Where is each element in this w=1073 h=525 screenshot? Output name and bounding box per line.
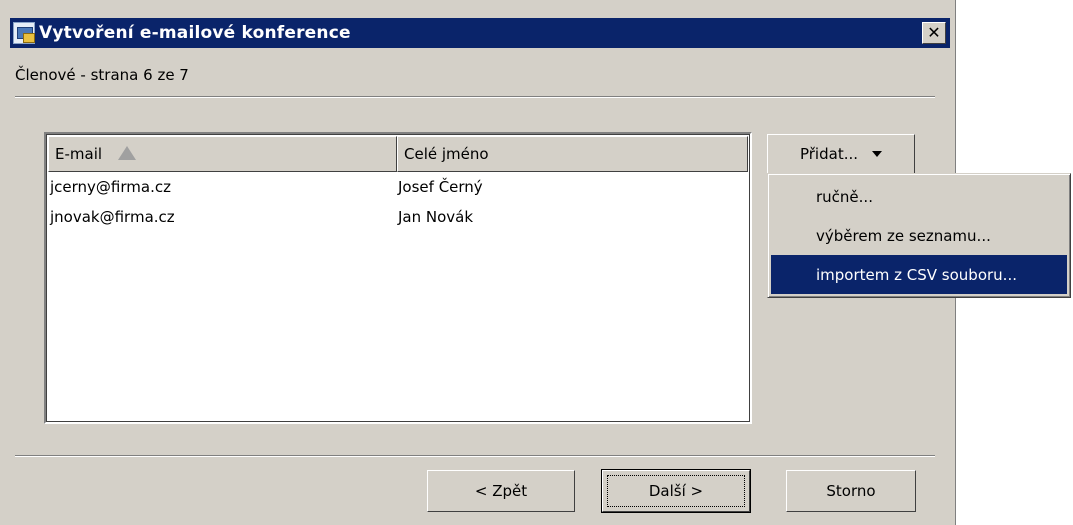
- dropdown-arrow-icon: [872, 151, 882, 157]
- table-row[interactable]: jcerny@firma.cz Josef Černý: [46, 172, 750, 202]
- column-header-email[interactable]: E-mail: [48, 136, 397, 172]
- add-button[interactable]: Přidat...: [767, 134, 915, 174]
- table-row[interactable]: jnovak@firma.cz Jan Novák: [46, 202, 750, 232]
- list-header: E-mail Celé jméno: [46, 134, 750, 172]
- menu-item-manual[interactable]: ručně...: [771, 177, 1067, 216]
- menu-item-from-list[interactable]: výběrem ze seznamu...: [771, 216, 1067, 255]
- cancel-button[interactable]: Storno: [786, 470, 916, 512]
- window-title: Vytvoření e-mailové konference: [39, 23, 351, 43]
- menu-item-import-csv[interactable]: importem z CSV souboru...: [771, 255, 1067, 294]
- full-name-cell: Josef Černý: [398, 178, 483, 196]
- sort-ascending-icon: [118, 146, 137, 160]
- column-header-full-name[interactable]: Celé jméno: [397, 136, 748, 172]
- mailing-list-app-icon: [13, 22, 35, 44]
- add-button-label: Přidat...: [799, 145, 858, 163]
- members-list[interactable]: E-mail Celé jméno jcerny@firma.cz Josef …: [44, 132, 752, 424]
- email-cell: jnovak@firma.cz: [50, 208, 175, 226]
- column-header-email-label: E-mail: [55, 145, 103, 163]
- top-divider: [15, 96, 935, 98]
- bottom-divider: [15, 455, 935, 457]
- close-icon: ✕: [927, 23, 941, 42]
- back-button[interactable]: < Zpět: [427, 470, 575, 512]
- title-bar[interactable]: Vytvoření e-mailové konference ✕: [10, 18, 950, 48]
- close-button[interactable]: ✕: [922, 22, 946, 44]
- column-header-full-name-label: Celé jméno: [404, 145, 489, 163]
- email-cell: jcerny@firma.cz: [50, 178, 171, 196]
- cancel-button-label: Storno: [826, 482, 876, 500]
- page-subtitle: Členové - strana 6 ze 7: [15, 66, 189, 84]
- back-button-label: < Zpět: [474, 482, 528, 500]
- next-button[interactable]: Další >: [601, 469, 751, 513]
- add-dropdown-menu: ručně... výběrem ze seznamu... importem …: [767, 173, 1071, 298]
- full-name-cell: Jan Novák: [398, 208, 474, 226]
- focus-rectangle: [607, 475, 745, 507]
